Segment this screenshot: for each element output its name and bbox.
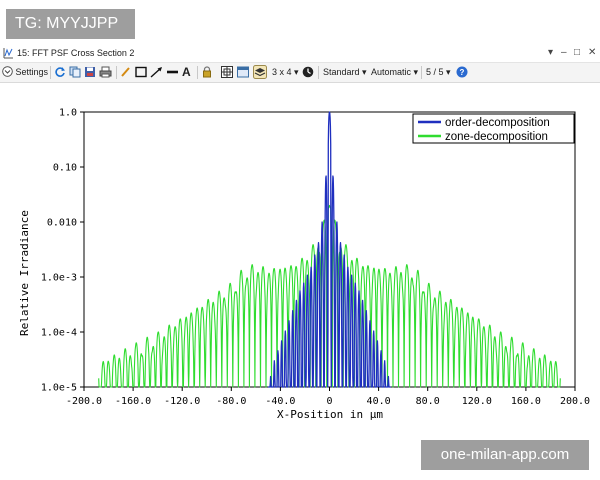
automatic-label: Automatic: [371, 67, 412, 77]
pencil-icon[interactable]: [120, 65, 131, 79]
plot-area: [83, 111, 576, 388]
y-tick-label: 0.10: [53, 163, 77, 174]
layout-dropdown[interactable]: 3 x 4 ▾: [272, 65, 299, 79]
x-tick-label: 160.0: [511, 396, 541, 407]
x-tick-label: 0: [326, 396, 332, 407]
arrow-icon[interactable]: [150, 65, 163, 79]
standard-dropdown[interactable]: Standard ▾: [323, 65, 367, 79]
layers-icon[interactable]: [253, 65, 267, 79]
settings-button[interactable]: Settings: [2, 65, 48, 79]
watermark-bottom: one-milan-app.com: [421, 440, 589, 470]
rectangle-icon[interactable]: [135, 65, 147, 79]
chart-window-icon: [3, 48, 13, 59]
help-icon[interactable]: ?: [456, 65, 468, 79]
copy-icon[interactable]: [69, 65, 81, 79]
x-tick-label: -200.0: [66, 396, 102, 407]
grid-icon[interactable]: [221, 65, 233, 79]
toolbar-divider: [197, 66, 198, 79]
clock-icon[interactable]: [302, 65, 314, 79]
window-dropdown-icon[interactable]: ▾: [548, 47, 553, 59]
psf-chart: -200.0 -160.0 -120.0 -80.0 -40.0 0 40.0 80.0 120…: [18, 108, 590, 422]
x-tick-label: -120.0: [164, 396, 200, 407]
x-tick-label: 40.0: [367, 396, 391, 407]
settings-chevron-icon: [2, 66, 13, 77]
toolbar: Settings A 3 x 4 ▾ Standard ▾ Automatic …: [0, 63, 600, 83]
x-tick-label: -160.0: [115, 396, 151, 407]
toolbar-divider: [318, 66, 319, 79]
window-title: 15: FFT PSF Cross Section 2: [17, 48, 135, 58]
page-label: 5 / 5: [426, 67, 444, 77]
layout-label: 3 x 4: [272, 67, 292, 77]
y-tick-label: 1.0e-3: [41, 273, 77, 284]
page-dropdown[interactable]: 5 / 5 ▾: [426, 65, 451, 79]
y-axis-label: Relative Irradiance: [18, 210, 31, 336]
save-icon[interactable]: [84, 65, 96, 79]
standard-dropdown-chevron-icon: ▾: [362, 67, 367, 77]
y-tick-label: 1.0e-4: [41, 328, 77, 339]
toolbar-divider: [50, 66, 51, 79]
layout-dropdown-chevron-icon: ▾: [294, 67, 299, 77]
x-tick-label: -40.0: [265, 396, 295, 407]
toolbar-divider: [421, 66, 422, 79]
x-tick-label: -80.0: [216, 396, 246, 407]
standard-label: Standard: [323, 67, 360, 77]
y-tick-label: 1.0: [59, 108, 77, 119]
svg-text:?: ?: [460, 68, 465, 77]
close-icon[interactable]: ✕: [588, 47, 596, 59]
x-tick-label: 120.0: [462, 396, 492, 407]
refresh-icon[interactable]: [54, 65, 66, 79]
legend: order-decomposition zone-decomposition: [412, 113, 575, 144]
automatic-dropdown[interactable]: Automatic ▾: [371, 65, 418, 79]
text-icon[interactable]: A: [182, 65, 191, 79]
x-tick-label: 200.0: [560, 396, 590, 407]
y-tick-label: 1.0e-5: [41, 383, 77, 394]
window-icon[interactable]: [237, 65, 249, 79]
maximize-icon[interactable]: □: [574, 47, 580, 59]
toolbar-divider: [116, 66, 117, 79]
watermark-top: TG: MYYJJPP: [6, 9, 135, 39]
x-tick-label: 80.0: [416, 396, 440, 407]
window-titlebar: 15: FFT PSF Cross Section 2 ▾ – □ ✕: [0, 45, 600, 63]
x-axis-label: X-Position in µm: [277, 408, 383, 421]
automatic-dropdown-chevron-icon: ▾: [413, 67, 419, 77]
y-tick-label: 0.010: [47, 218, 77, 229]
legend-label-order: order-decomposition: [445, 117, 550, 129]
legend-label-zone: zone-decomposition: [445, 131, 548, 143]
print-icon[interactable]: [99, 65, 112, 79]
minimize-icon[interactable]: –: [561, 47, 567, 59]
line-icon[interactable]: [166, 65, 179, 79]
page-dropdown-chevron-icon: ▾: [446, 67, 451, 77]
settings-label: Settings: [15, 67, 49, 77]
lock-icon[interactable]: [202, 65, 212, 79]
